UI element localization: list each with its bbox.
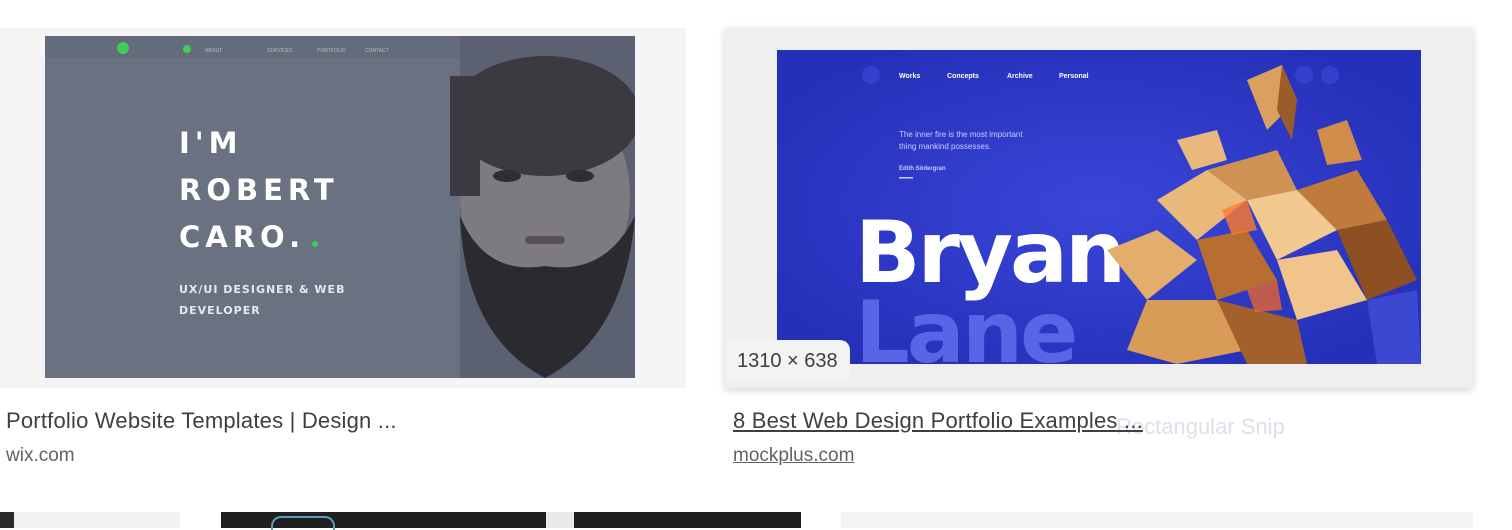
portfolio-preview-image: ABOUT SERVICES PORTFOLIO CONTACT I'M ROB… <box>45 36 635 378</box>
result-card-2[interactable]: Works Concepts Archive Personal The inne… <box>725 0 1475 480</box>
result-thumbnail-row2-1[interactable] <box>0 512 180 528</box>
portfolio-preview-image: Works Concepts Archive Personal The inne… <box>777 50 1421 364</box>
headline-line-3: CARO. <box>179 220 305 254</box>
portrait-graphic <box>450 36 635 378</box>
instagram-icon <box>1321 66 1339 84</box>
nav-item: Archive <box>1007 73 1033 80</box>
name-line-2: Lane <box>855 283 1075 364</box>
twitter-icon <box>1295 66 1313 84</box>
nav-item: SERVICES <box>267 48 293 54</box>
quote-line-2: thing mankind possesses. <box>899 142 991 151</box>
result-thumbnail-2[interactable]: Works Concepts Archive Personal The inne… <box>777 50 1421 364</box>
subtitle-line-2: DEVELOPER <box>179 304 261 317</box>
nav-item: Works <box>899 73 920 80</box>
result-thumbnail-1[interactable]: ABOUT SERVICES PORTFOLIO CONTACT I'M ROB… <box>45 36 635 378</box>
result-card-1[interactable]: ABOUT SERVICES PORTFOLIO CONTACT I'M ROB… <box>0 0 686 480</box>
result-source-1[interactable]: wix.com <box>6 445 75 467</box>
quote-line-1: The inner fire is the most important <box>899 130 1023 139</box>
quote-author: Edith Södergran <box>899 166 946 172</box>
subtitle-line-1: UX/UI DESIGNER & WEB <box>179 283 345 296</box>
result-thumbnail-row2-3[interactable] <box>841 512 1473 528</box>
nav-item: PORTFOLIO <box>317 48 346 54</box>
result-title-1[interactable]: Portfolio Website Templates | Design ... <box>6 408 397 434</box>
result-source-2[interactable]: mockplus.com <box>733 445 854 467</box>
headline-line-1: I'M <box>179 126 243 160</box>
nav-item: Personal <box>1059 73 1089 80</box>
image-dimensions-badge: 1310 × 638 <box>725 340 850 381</box>
result-title-2[interactable]: 8 Best Web Design Portfolio Examples ... <box>733 408 1143 434</box>
headline-line-2: ROBERT <box>179 173 339 207</box>
nav-item: CONTACT <box>365 48 389 54</box>
result-thumbnail-row2-2[interactable] <box>221 512 801 530</box>
nav-item: Concepts <box>947 73 979 80</box>
nav-item: ABOUT <box>205 48 222 54</box>
